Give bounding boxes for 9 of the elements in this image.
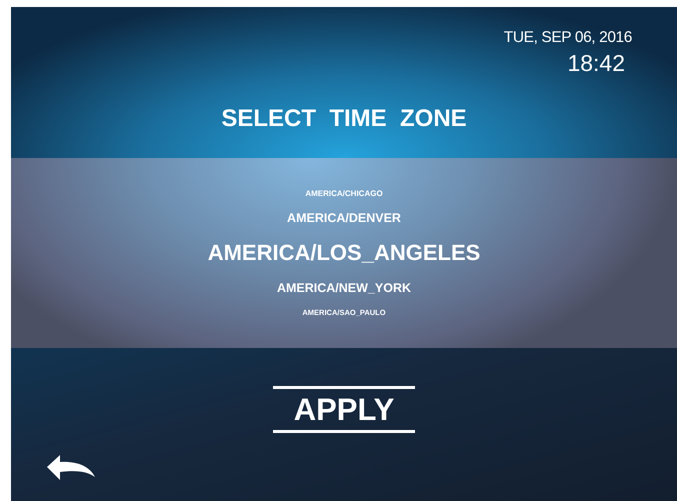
time-zone-option[interactable]: AMERICA/DENVER — [287, 204, 401, 232]
time-label: 18:42 — [567, 50, 625, 77]
time-zone-option[interactable]: AMERICA/LOS_ANGELES — [208, 231, 480, 276]
screen-title: SELECT TIME ZONE — [220, 105, 468, 133]
date-label: TUE, SEP 06, 2016 — [504, 29, 632, 47]
time-zone-option[interactable]: AMERICA/NEW_YORK — [276, 275, 412, 302]
apply-button[interactable]: APPLY — [273, 386, 415, 433]
time-zone-option[interactable]: AMERICA/CHICAGO — [305, 182, 383, 205]
back-arrow-icon[interactable] — [47, 455, 95, 481]
